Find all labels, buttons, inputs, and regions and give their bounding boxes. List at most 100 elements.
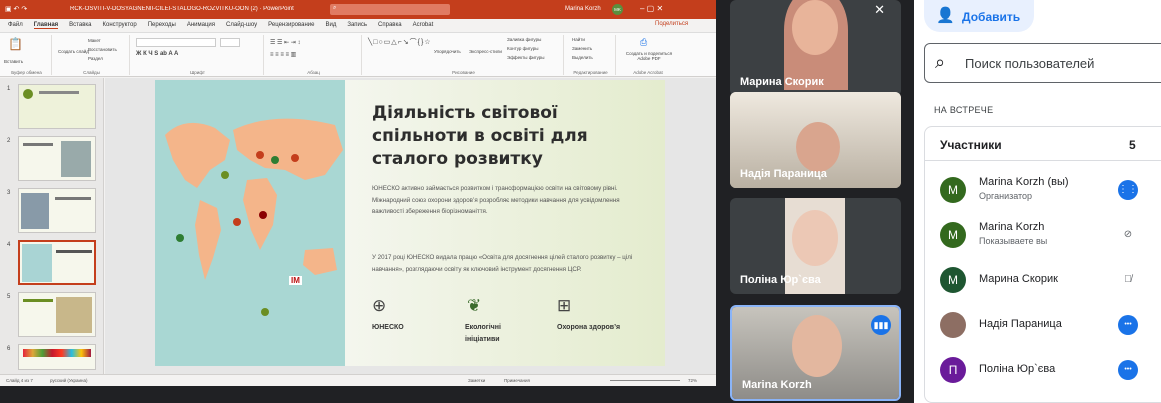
- share-button[interactable]: Поделиться: [655, 21, 688, 27]
- participant-name: Marina Korzh: [979, 221, 1045, 233]
- layout-button[interactable]: Макет: [88, 38, 101, 43]
- shape-outline-button[interactable]: Контур фигуры: [507, 46, 538, 51]
- mic-off-icon[interactable]: 🎙̸: [1118, 270, 1138, 290]
- zoom-slider[interactable]: [610, 380, 680, 381]
- slide-thumbnail-2[interactable]: [18, 136, 96, 181]
- ribbon-tab-10[interactable]: Справка: [378, 22, 402, 29]
- autosave-icon[interactable]: ▣ ↶ ↷: [5, 5, 27, 13]
- participant-tile-2[interactable]: Надія Параница: [730, 92, 901, 188]
- drawing-group: ╲□○▭△⌐↘⌒{}☆ Упорядочить Экспресс-стили З…: [364, 35, 564, 75]
- align-buttons[interactable]: ≡ ≡ ≡ ≡ ▥: [270, 51, 296, 58]
- thumb-number: 4: [7, 242, 11, 248]
- section-button[interactable]: Раздел: [88, 56, 103, 61]
- slide-thumbnail-3[interactable]: [18, 188, 96, 233]
- font-name-box[interactable]: [136, 38, 216, 47]
- list-buttons[interactable]: ☰ ☰ ⇤ ⇥ ↕: [270, 39, 300, 46]
- thumb-number: 2: [7, 138, 11, 144]
- face: [792, 210, 838, 266]
- world-map-image: [165, 118, 343, 316]
- window-controls[interactable]: – ▢ ✕: [640, 4, 663, 13]
- slide-thumbnail-6[interactable]: [18, 344, 96, 370]
- shape-fill-button[interactable]: Заливка фигуры: [507, 37, 541, 42]
- replace-button[interactable]: Заменить: [572, 46, 592, 51]
- participant-tile-3[interactable]: Поліна Юр`єва: [730, 198, 901, 294]
- ribbon-tab-11[interactable]: Acrobat: [413, 22, 434, 29]
- participant-row[interactable]: M Marina Korzh Показываете вы ⊘: [940, 215, 1161, 259]
- speaking-icon[interactable]: ⋮⋮: [1118, 180, 1138, 200]
- new-slide-button[interactable]: Создать слайд: [58, 49, 89, 54]
- section-label: НА ВСТРЕЧЕ: [934, 105, 994, 115]
- participant-row[interactable]: П Поліна Юр`єва •••: [940, 350, 1161, 394]
- current-slide[interactable]: IM Діяльність світової спільноти в освіт…: [155, 80, 665, 366]
- search-placeholder: Поиск пользователей: [965, 56, 1095, 71]
- format-buttons[interactable]: Ж К Ч S ab A A: [136, 51, 178, 57]
- account-name[interactable]: Marina Korzh: [565, 6, 601, 12]
- search-box[interactable]: ⌕: [330, 4, 450, 15]
- ribbon-tab-1[interactable]: Главная: [33, 22, 59, 29]
- search-icon: ⌕: [935, 52, 946, 72]
- feature-label-unesco: ЮНЕСКО: [372, 324, 404, 331]
- find-button[interactable]: Найти: [572, 37, 585, 42]
- more-options-icon[interactable]: •••: [1118, 315, 1138, 335]
- reset-button[interactable]: Восстановить: [88, 47, 117, 52]
- ribbon-tab-5[interactable]: Анимация: [187, 22, 215, 29]
- select-button[interactable]: Выделить: [572, 55, 593, 60]
- font-size-box[interactable]: [220, 38, 240, 47]
- shape-effects-button[interactable]: Эффекты фигуры: [507, 55, 545, 60]
- participant-tile-1[interactable]: ✕ Марина Скорик: [730, 0, 901, 96]
- people-panel: 👤 Добавить ⌕ Поиск пользователей НА ВСТР…: [914, 0, 1161, 403]
- ribbon-tab-9[interactable]: Запись: [347, 22, 367, 29]
- quick-styles-button[interactable]: Экспресс-стили: [469, 49, 502, 54]
- slide-thumbnail-1[interactable]: [18, 84, 96, 129]
- feature-label-eco: Екологічні ініціативи: [465, 324, 501, 343]
- avatar: M: [940, 267, 966, 293]
- slide-thumbnail-4-selected[interactable]: [18, 240, 96, 285]
- ribbon-tab-3[interactable]: Конструктор: [102, 22, 136, 29]
- create-pdf-button[interactable]: Создать и поделиться Adobe PDF: [620, 51, 678, 61]
- participant-tile-4-speaking[interactable]: ▮▮▮ Marina Korzh: [730, 305, 901, 401]
- group-label: Абзац: [307, 70, 320, 75]
- face: [792, 315, 842, 377]
- group-label: Рисование: [452, 70, 475, 75]
- search-people-input[interactable]: ⌕ Поиск пользователей: [924, 43, 1161, 83]
- comments-button[interactable]: Примечания: [504, 378, 530, 383]
- more-options-icon[interactable]: •••: [1118, 360, 1138, 380]
- pdf-icon[interactable]: ⎙: [640, 37, 647, 48]
- ribbon-tab-4[interactable]: Переходы: [148, 22, 176, 29]
- speaking-indicator-icon: ▮▮▮: [871, 315, 891, 335]
- ribbon-tab-7[interactable]: Рецензирование: [268, 22, 314, 29]
- notes-button[interactable]: Заметки: [468, 378, 485, 383]
- paste-button[interactable]: Вставить: [4, 59, 23, 64]
- slide-thumbnail-5[interactable]: [18, 292, 96, 337]
- ribbon-tab-6[interactable]: Слайд-шоу: [226, 22, 257, 29]
- participant-row[interactable]: M Marina Korzh (вы) Организатор ⋮⋮: [940, 170, 1161, 214]
- tile-name: Поліна Юр`єва: [740, 274, 821, 286]
- participant-name: Поліна Юр`єва: [979, 363, 1056, 375]
- add-person-icon: 👤: [936, 7, 955, 24]
- paste-icon[interactable]: 📋: [8, 37, 23, 51]
- ribbon-tab-2[interactable]: Вставка: [69, 22, 91, 29]
- ribbon-tab-8[interactable]: Вид: [325, 22, 336, 29]
- participants-heading[interactable]: Участники: [940, 138, 1002, 152]
- avatar: M: [940, 177, 966, 203]
- participants-count: 5: [1129, 138, 1136, 152]
- zoom-level[interactable]: 72%: [688, 378, 697, 383]
- ribbon-tabs: Файл Главная Вставка Конструктор Переходы Ани…: [0, 19, 716, 33]
- powerpoint-window: ▣ ↶ ↷ RCK-OSVITI-V-DOSYAGNENII-CILEI-STA…: [0, 0, 716, 386]
- arrange-button[interactable]: Упорядочить: [434, 49, 461, 54]
- add-label: Добавить: [962, 10, 1021, 24]
- world-map-panel: IM: [155, 80, 345, 366]
- participant-row[interactable]: Надія Параница •••: [940, 305, 1161, 349]
- participant-row[interactable]: M Марина Скорик 🎙̸: [940, 260, 1161, 304]
- account-avatar[interactable]: MK: [612, 4, 623, 15]
- ribbon-tab-0[interactable]: Файл: [8, 22, 23, 29]
- status-bar: Слайд 4 из 7 русский (Украина) Заметки П…: [0, 374, 716, 386]
- add-people-button[interactable]: 👤 Добавить: [924, 0, 1034, 32]
- tile-name: Marina Korzh: [742, 379, 812, 391]
- divider: [925, 160, 1161, 161]
- document-title: RCK-OSVITI-V-DOSYAGNENII-CILEI-STALOGO-R…: [70, 6, 294, 12]
- face: [796, 122, 840, 172]
- stop-presenting-icon[interactable]: ⊘: [1118, 225, 1138, 245]
- shapes-gallery[interactable]: ╲□○▭△⌐↘⌒{}☆: [368, 37, 432, 47]
- language-indicator[interactable]: русский (Украина): [50, 378, 88, 383]
